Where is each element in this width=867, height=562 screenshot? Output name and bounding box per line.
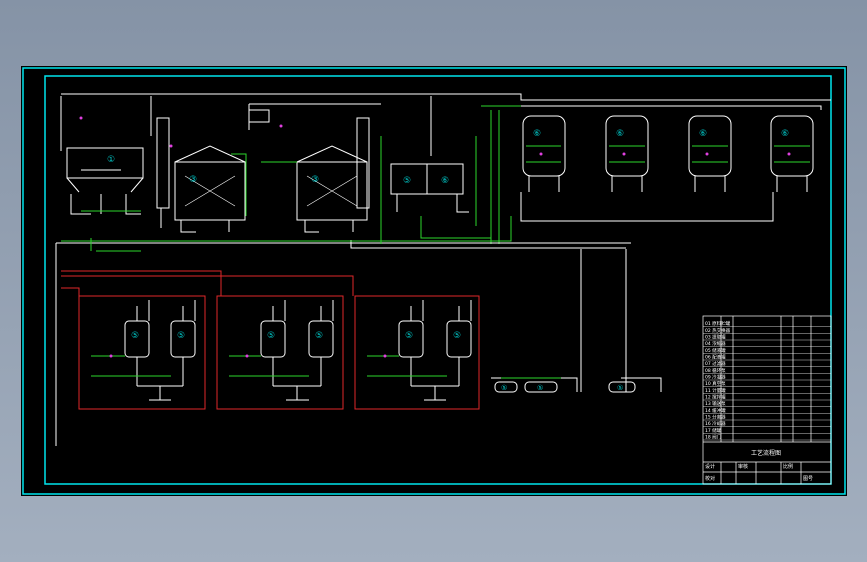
footer-cell-2: 校对 <box>705 475 715 482</box>
reactor-tags: ⑤ ⑤ ⑤ ⑤ ⑤ ⑤ <box>131 331 461 341</box>
storage-tank-tag-3: ⑥ <box>699 129 707 139</box>
storage-tank <box>522 115 566 192</box>
evaporator-tag-a: ⑤ <box>403 176 411 186</box>
transfer-pumps <box>491 377 662 393</box>
parts-row-label: 07 过滤器 <box>705 360 726 367</box>
reactor-tag-6: ⑤ <box>453 331 461 341</box>
parts-row-label: 04 浓缩器 <box>705 340 726 347</box>
parts-row-label: 05 储液罐 <box>705 347 726 354</box>
hopper-1-tag: ① <box>107 155 115 165</box>
storage-tank-row <box>520 105 822 222</box>
parts-row-label: 06 配液罐 <box>705 354 726 361</box>
storage-tank <box>688 115 732 192</box>
reactor-tag-1: ⑤ <box>131 331 139 341</box>
parts-row-label: 09 冷凝器 <box>705 374 726 381</box>
evaporator-tag-b: ⑥ <box>441 176 449 186</box>
storage-tank-tag-4: ⑥ <box>781 129 789 139</box>
red-feed-lines <box>61 270 354 296</box>
footer-cell-5: 图号 <box>803 476 813 482</box>
parts-row-label: 16 冷却器 <box>705 420 726 427</box>
extractor-1 <box>156 117 246 233</box>
parts-row-label: 12 搅拌罐 <box>705 394 726 401</box>
parts-list: 01 原料贮罐02 热交换器03 提取罐04 浓缩器05 储液罐06 配液罐07… <box>703 320 831 441</box>
pump-tag-3: ⑤ <box>617 384 623 392</box>
parts-row-label: 14 缓冲罐 <box>705 407 726 414</box>
parts-row-label: 10 真空泵 <box>705 380 726 387</box>
hopper-1 <box>66 147 144 215</box>
parts-row-label: 18 阀门 <box>705 434 722 441</box>
reactor-vent-lines <box>136 300 472 321</box>
pump-tags: ⑤ ⑤ ⑤ <box>501 384 623 392</box>
extractor-1-tag: ③ <box>189 175 197 185</box>
reactor-tag-5: ⑤ <box>405 331 413 341</box>
pump-tag-1: ⑤ <box>501 384 507 392</box>
storage-tank-tag-2: ⑥ <box>616 129 624 139</box>
parts-row-label: 01 原料贮罐 <box>705 320 731 327</box>
process-flow-diagram: ① ③ ③ ⑤ ⑥ ⑥ ⑥ ⑥ ⑥ ⑤ ⑤ ⑤ ⑤ ⑤ ⑤ ⑤ ⑤ ⑤ 01 原… <box>22 67 846 495</box>
parts-row-label: 17 储罐 <box>705 427 722 434</box>
pump-tag-2: ⑤ <box>537 384 543 392</box>
outer-border <box>22 67 846 495</box>
title-block-caption: 工艺流程图 <box>751 449 781 457</box>
storage-tank <box>770 115 814 192</box>
storage-tank <box>605 115 649 192</box>
parts-row-label: 15 分离器 <box>705 414 726 421</box>
parts-row-label: 02 热交换器 <box>705 327 731 334</box>
reactor-tag-3: ⑤ <box>267 331 275 341</box>
cad-viewer: ① ③ ③ ⑤ ⑥ ⑥ ⑥ ⑥ ⑥ ⑤ ⑤ ⑤ ⑤ ⑤ ⑤ ⑤ ⑤ ⑤ 01 原… <box>0 0 867 562</box>
reactor-tag-2: ⑤ <box>177 331 185 341</box>
reactor-block-3 <box>354 295 480 410</box>
evaporator <box>390 163 469 213</box>
storage-tank-tag-1: ⑥ <box>533 129 541 139</box>
footer-cell-1: 设计 <box>705 463 715 470</box>
parts-row-label: 11 计量罐 <box>705 387 726 394</box>
parts-row-label: 13 输送泵 <box>705 400 726 407</box>
extractor-2 <box>248 109 370 233</box>
drawing-canvas[interactable]: ① ③ ③ ⑤ ⑥ ⑥ ⑥ ⑥ ⑥ ⑤ ⑤ ⑤ ⑤ ⑤ ⑤ ⑤ ⑤ ⑤ 01 原… <box>21 66 847 496</box>
parts-row-label: 03 提取罐 <box>705 334 726 341</box>
parts-row-label: 08 循环泵 <box>705 367 726 374</box>
reactor-block-1 <box>78 295 206 410</box>
reactor-block-2 <box>216 295 344 410</box>
extractor-2-tag: ③ <box>311 175 319 185</box>
footer-cell-3: 审核 <box>738 463 748 470</box>
footer-cell-4: 比例 <box>783 463 793 470</box>
reactor-tag-4: ⑤ <box>315 331 323 341</box>
storage-tank-tags: ⑥ ⑥ ⑥ ⑥ <box>533 129 789 139</box>
tank-row-green-lines <box>526 145 810 163</box>
